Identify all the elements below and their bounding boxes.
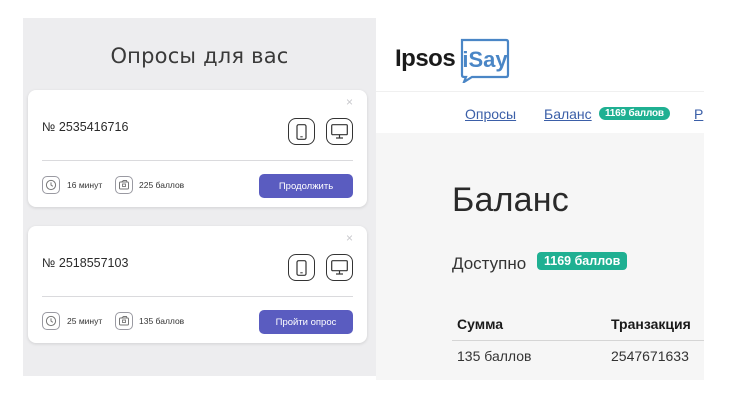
desktop-device-icon xyxy=(326,254,353,281)
table-cell-sum: 135 баллов xyxy=(457,348,532,364)
balance-panel: Ipsos iSay Опросы Баланс 1169 баллов Р Б… xyxy=(376,13,704,380)
clock-icon xyxy=(42,312,60,330)
mobile-device-icon xyxy=(288,254,315,281)
nav-balance-link[interactable]: Баланс xyxy=(544,106,592,122)
table-cell-transaction: 2547671633 xyxy=(611,348,689,364)
desktop-device-icon xyxy=(326,118,353,145)
mobile-device-icon xyxy=(288,118,315,145)
nav-more-link[interactable]: Р xyxy=(694,106,703,122)
survey-points: 225 баллов xyxy=(139,180,185,190)
table-divider xyxy=(452,340,704,341)
table-header-sum: Сумма xyxy=(457,316,504,332)
divider xyxy=(42,296,353,297)
survey-card: × № 2518557103 25 минут 135 баллов Пройт… xyxy=(28,226,367,343)
survey-card: × № 2535416716 16 минут 225 баллов Продо… xyxy=(28,90,367,207)
survey-points: 135 баллов xyxy=(139,316,185,326)
clock-icon xyxy=(42,176,60,194)
survey-duration: 16 минут xyxy=(67,180,103,190)
survey-number: № 2518557103 xyxy=(42,256,129,270)
surveys-title: Опросы для вас xyxy=(110,44,289,68)
available-balance-badge: 1169 баллов xyxy=(537,252,628,270)
wallet-icon xyxy=(115,312,133,330)
survey-number: № 2535416716 xyxy=(42,120,129,134)
header: Ipsos iSay xyxy=(376,13,704,91)
available-label: Доступно xyxy=(452,254,527,273)
survey-duration: 25 минут xyxy=(67,316,103,326)
isay-logo-text: iSay xyxy=(462,47,508,72)
nav-balance-badge: 1169 баллов xyxy=(599,107,670,120)
nav-surveys-link[interactable]: Опросы xyxy=(465,106,516,122)
table-header-transaction: Транзакция xyxy=(611,316,691,332)
continue-button[interactable]: Продолжить xyxy=(259,174,353,198)
close-icon[interactable]: × xyxy=(346,232,353,244)
surveys-panel: Опросы для вас × № 2535416716 16 минут 2… xyxy=(23,18,376,376)
top-nav: Опросы Баланс 1169 баллов Р xyxy=(376,91,704,133)
isay-logo: iSay xyxy=(460,38,510,83)
take-survey-button[interactable]: Пройти опрос xyxy=(259,310,353,334)
wallet-icon xyxy=(115,176,133,194)
close-icon[interactable]: × xyxy=(346,96,353,108)
page-title: Баланс xyxy=(452,181,569,219)
ipsos-logo: Ipsos xyxy=(395,45,456,72)
divider xyxy=(42,160,353,161)
